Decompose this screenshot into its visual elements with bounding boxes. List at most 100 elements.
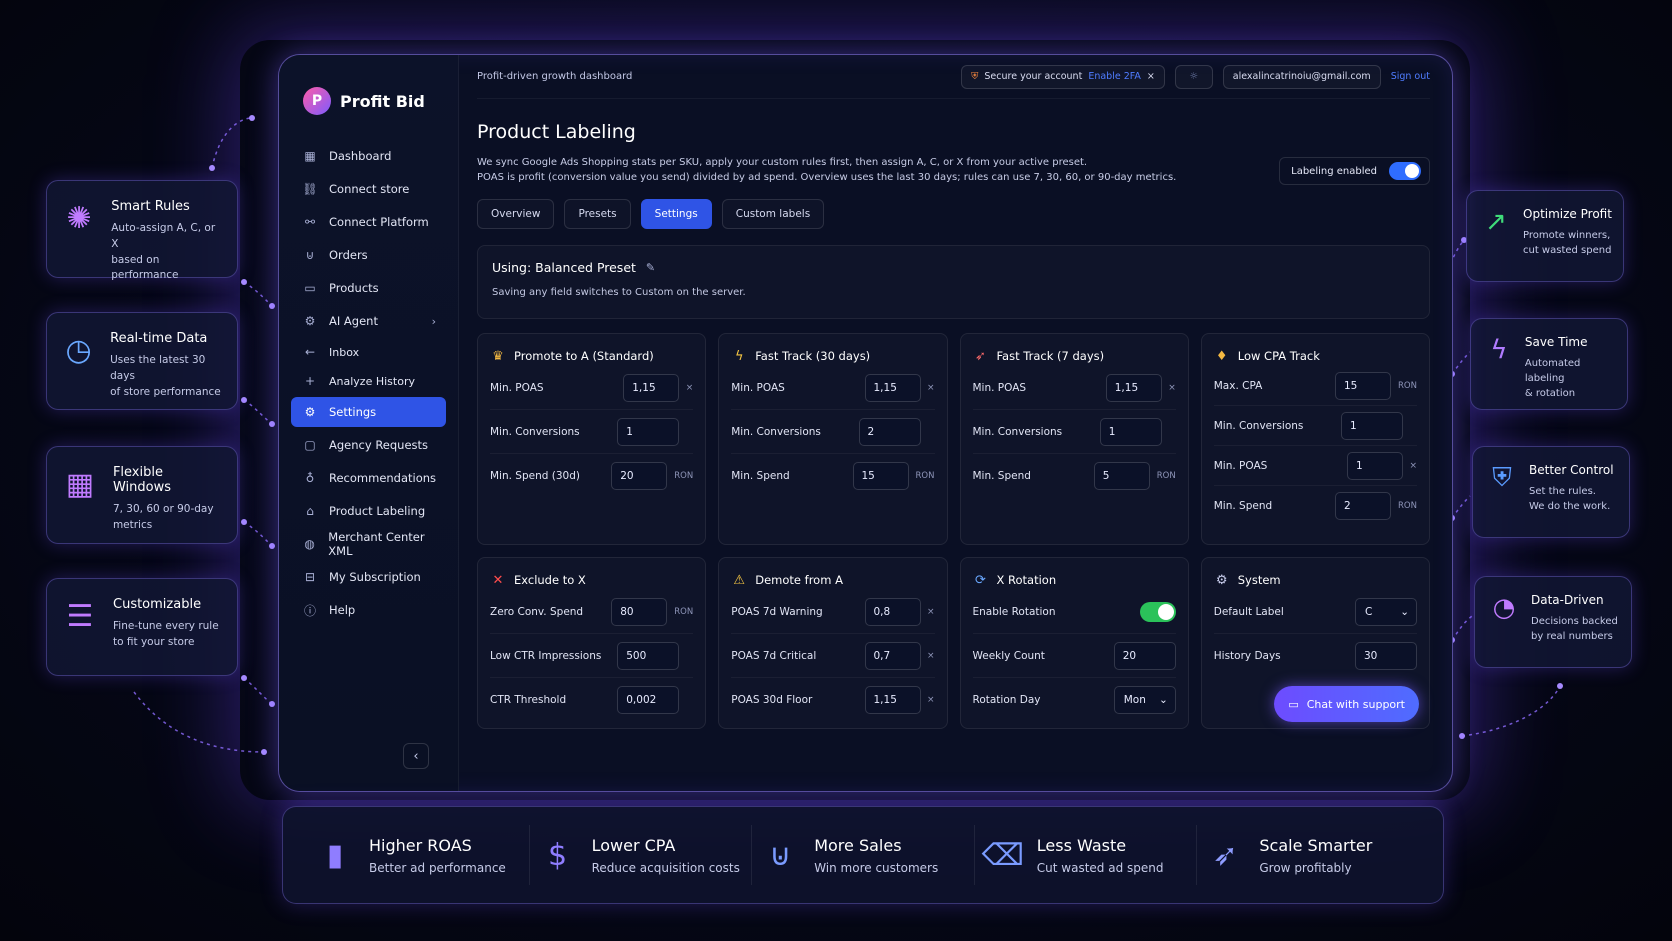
low-ctr-impressions-input[interactable]: 500 [617, 641, 680, 670]
feature-card-data-driven: ◔ Data-Driven Decisions backed by real nu… [1474, 576, 1632, 668]
chat-support-button[interactable]: ▭ Chat with support [1274, 686, 1419, 722]
sidebar-item-inbox[interactable]: ← Inbox [291, 339, 446, 365]
benefit-higher-roas: ▮ Higher ROAS Better ad performance [307, 825, 530, 885]
min-conversions-input[interactable]: 1 [1099, 417, 1162, 446]
benefit-title: Less Waste [1036, 835, 1127, 855]
sidebar-item-agency-requests[interactable]: ▢ Agency Requests [291, 430, 446, 460]
min-poas-input[interactable]: 1 [1347, 451, 1403, 480]
preset-box: Using: Balanced Preset ✎ Saving any field… [477, 245, 1430, 319]
card-exclude: ✕ Exclude to X Zero Conv. Spend 80 RON Low … [477, 557, 707, 729]
poas-7d-warning-input[interactable]: 0,8 [864, 597, 921, 626]
min-spend-input[interactable]: 2 [1335, 492, 1391, 520]
min-poas-input[interactable]: 1,15 [864, 373, 921, 402]
collapse-sidebar-button[interactable]: ‹ [403, 743, 429, 769]
poas-30d-floor-input[interactable]: 1,15 [864, 686, 921, 714]
min-conversions-input[interactable]: 1 [617, 417, 680, 446]
min-spend-input[interactable]: 15 [852, 462, 909, 490]
field-label: Enable Rotation [972, 605, 1056, 618]
field-label: Min. POAS [731, 381, 785, 394]
enable-2fa-link[interactable]: Enable 2FA [1088, 71, 1141, 82]
page-title: Product Labeling [477, 121, 636, 143]
theme-toggle[interactable]: ☼ [1174, 64, 1213, 89]
preset-title: Using: Balanced Preset [492, 260, 636, 275]
min-spend-input[interactable]: 5 [1093, 462, 1150, 490]
tab-overview[interactable]: Overview [477, 199, 555, 229]
field-label: Zero Conv. Spend [490, 605, 584, 618]
chevron-left-icon: ‹ [413, 748, 419, 764]
min-conversions-input[interactable]: 1 [1341, 411, 1403, 440]
rotation-day-select[interactable]: Mon ⌄ [1113, 686, 1176, 714]
sidebar-item-connect-platform[interactable]: ⚯ Connect Platform [291, 207, 446, 237]
min-poas-input[interactable]: 1,15 [623, 373, 680, 402]
sidebar-item-help[interactable]: ⓘ Help [291, 595, 446, 625]
trash-icon: ⌫ [981, 837, 1024, 873]
signout-link[interactable]: Sign out [1391, 71, 1430, 82]
weekly-count-input[interactable]: 20 [1113, 641, 1176, 670]
tab-custom-labels[interactable]: Custom labels [721, 199, 825, 229]
history-days-input[interactable]: 30 [1355, 642, 1417, 670]
labeling-enabled-label: Labeling enabled [1291, 165, 1377, 177]
tab-presets[interactable]: Presets [564, 199, 631, 229]
sidebar-item-dashboard[interactable]: ▦ Dashboard [291, 141, 446, 171]
field-label: Min. POAS [1213, 459, 1268, 472]
tag-icon: ⌂ [306, 504, 314, 518]
sidebar-item-label: Dashboard [329, 149, 392, 163]
bolt-icon: ϟ [1490, 335, 1508, 365]
arrow-left-icon: ← [304, 345, 316, 359]
logo[interactable]: P Profit Bid [279, 55, 458, 125]
sidebar-item-products[interactable]: ▭ Products [291, 273, 446, 303]
default-label-select[interactable]: C ⌄ [1355, 597, 1417, 626]
field-suffix: RON [915, 471, 935, 481]
sidebar-item-label: My Subscription [329, 570, 421, 584]
min-spend-input[interactable]: 20 [611, 462, 668, 490]
logo-mark: P [303, 87, 331, 115]
chevron-right-icon: › [431, 314, 436, 328]
enable-rotation-switch[interactable] [1139, 601, 1176, 622]
secure-text: Secure your account [984, 71, 1083, 82]
poas-7d-critical-input[interactable]: 0,7 [864, 641, 921, 670]
min-poas-input[interactable]: 1,15 [1105, 373, 1162, 402]
sidebar-item-merchant-center[interactable]: ◍ Merchant Center XML [291, 529, 446, 559]
plug-icon: ⚯ [304, 215, 316, 229]
field-suffix: × [926, 650, 935, 661]
sidebar-item-analyze-history[interactable]: + Analyze History [291, 368, 446, 394]
sidebar-item-recommendations[interactable]: ♁ Recommendations [291, 463, 446, 493]
labeling-switch[interactable] [1389, 162, 1421, 180]
sidebar-item-subscription[interactable]: ⊟ My Subscription [291, 562, 446, 592]
sidebar-item-settings[interactable]: ⚙ Settings [291, 397, 446, 427]
benefit-less-waste: ⌫ Less Waste Cut wasted ad spend [975, 825, 1198, 885]
field-suffix: × [926, 695, 935, 705]
feature-desc: Uses the latest 30 days [110, 354, 206, 382]
max-cpa-input[interactable]: 15 [1335, 371, 1391, 400]
sidebar-item-connect-store[interactable]: ⛓ Connect store [291, 174, 446, 204]
card-low-cpa: ♦ Low CPA Track Max. CPA 15 RON Min. Conver… [1200, 333, 1430, 545]
money-bag-icon: ♦ [1215, 348, 1228, 364]
benefit-scale-smarter: ➶ Scale Smarter Grow profitably [1197, 825, 1419, 885]
sun-icon: ☼ [1189, 71, 1199, 82]
tab-settings[interactable]: Settings [640, 199, 712, 229]
field-label: Low CTR Impressions [490, 649, 602, 662]
trophy-icon: ♛ [492, 348, 504, 364]
app-name: Profit Bid [340, 91, 425, 111]
feature-desc: Set the rules. [1529, 486, 1596, 497]
benefit-desc: Reduce acquisition costs [591, 860, 740, 875]
brain-icon: ✺ [66, 200, 92, 236]
benefit-desc: Grow profitably [1259, 860, 1352, 875]
min-conversions-input[interactable]: 2 [858, 417, 921, 446]
labeling-enabled-toggle[interactable]: Labeling enabled [1279, 157, 1430, 185]
feature-desc: cut wasted spend [1523, 245, 1612, 256]
edit-icon[interactable]: ✎ [646, 261, 655, 274]
feature-desc: Promote winners, [1523, 230, 1611, 241]
field-label: Min. POAS [490, 381, 544, 394]
sidebar-item-orders[interactable]: ⊍ Orders [291, 240, 446, 270]
sidebar-item-ai-agent[interactable]: ⚙ AI Agent › [291, 306, 446, 336]
zero-conv-spend-input[interactable]: 80 [611, 597, 668, 626]
benefits-bar: ▮ Higher ROAS Better ad performance $ Low… [282, 806, 1444, 904]
sidebar-item-product-labeling[interactable]: ⌂ Product Labeling [291, 496, 446, 526]
feature-desc: of store performance [110, 385, 221, 398]
close-icon[interactable]: × [1147, 71, 1155, 82]
ctr-threshold-input[interactable]: 0,002 [617, 686, 680, 714]
card-title: System [1237, 573, 1281, 587]
feature-desc: 7, 30, 60 or 90-day [112, 503, 214, 515]
sidebar-item-label: Product Labeling [329, 504, 426, 518]
